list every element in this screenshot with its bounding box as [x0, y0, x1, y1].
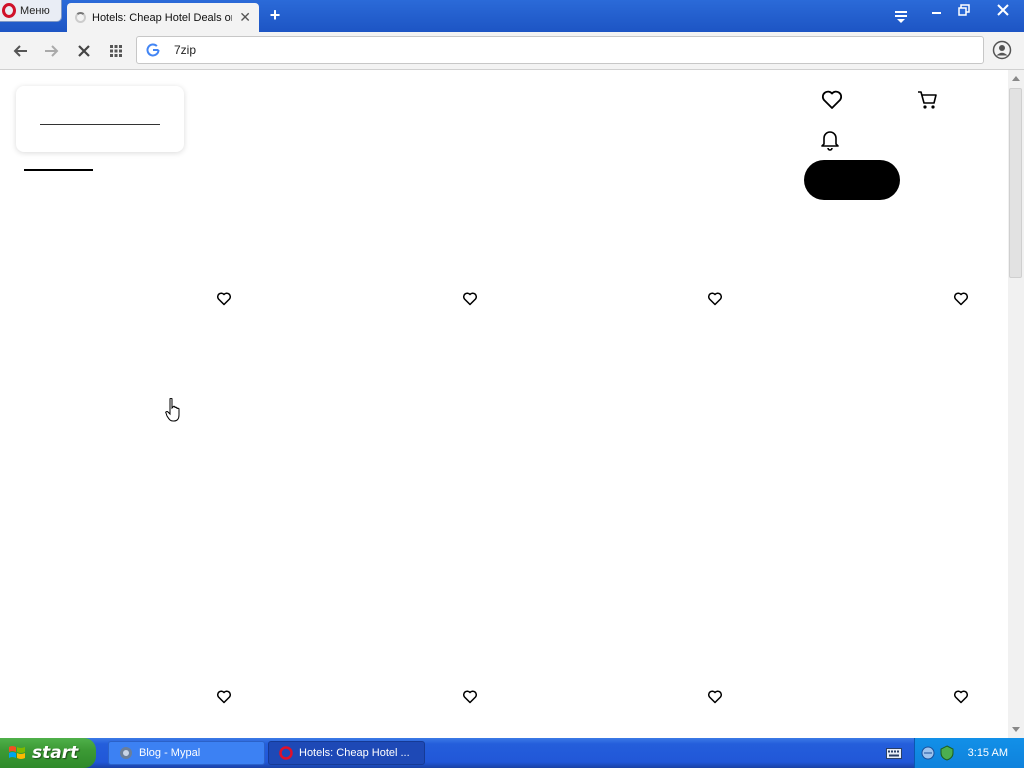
favorite-heart-icon[interactable]: [216, 689, 232, 705]
hand-cursor-icon: [165, 398, 180, 422]
page-viewport: [0, 70, 1008, 738]
start-button[interactable]: start: [0, 738, 96, 768]
favorite-heart-icon[interactable]: [216, 291, 232, 307]
nav-link-underline[interactable]: [24, 169, 93, 171]
scroll-down-icon[interactable]: [1008, 722, 1024, 738]
vertical-scrollbar[interactable]: [1008, 70, 1024, 738]
opera-menu-button[interactable]: Меню: [0, 0, 62, 22]
forward-icon[interactable]: [41, 41, 61, 61]
network-icon[interactable]: [921, 745, 937, 761]
taskbar-item-label: Blog - Mypal: [139, 747, 201, 759]
tab-hotels[interactable]: Hotels: Cheap Hotel Deals on ✕: [67, 3, 259, 32]
taskbar-item-blog-mypal[interactable]: Blog - Mypal: [108, 741, 265, 765]
opera-logo-icon: [2, 3, 16, 18]
favorite-heart-icon[interactable]: [707, 689, 723, 705]
start-label: start: [32, 743, 79, 763]
opera-app-icon: [279, 746, 293, 760]
restore-icon[interactable]: [955, 0, 973, 20]
taskbar-item-label: Hotels: Cheap Hotel ...: [299, 747, 410, 759]
favorite-heart-icon[interactable]: [953, 291, 969, 307]
favorite-heart-icon[interactable]: [462, 689, 478, 705]
windows-flag-icon: [9, 746, 25, 759]
scrollbar-thumb[interactable]: [1009, 88, 1022, 278]
speed-dial-grid-icon[interactable]: [106, 41, 126, 61]
taskbar-item-hotels[interactable]: Hotels: Cheap Hotel ...: [268, 741, 425, 765]
cart-icon[interactable]: [916, 88, 940, 112]
search-card[interactable]: [16, 86, 184, 152]
favorite-heart-icon[interactable]: [707, 291, 723, 307]
close-window-icon[interactable]: [994, 0, 1012, 20]
address-bar[interactable]: 7zip: [136, 36, 984, 64]
loading-spinner-icon: [75, 12, 86, 23]
taskbar-clock[interactable]: 3:15 AM: [968, 747, 1008, 759]
google-icon: [146, 43, 160, 57]
notifications-bell-icon[interactable]: [818, 128, 842, 152]
keyboard-layout-icon[interactable]: [886, 746, 902, 760]
favorite-heart-icon[interactable]: [953, 689, 969, 705]
back-icon[interactable]: [11, 41, 31, 61]
stop-icon[interactable]: [74, 41, 94, 61]
sign-in-button[interactable]: [804, 160, 900, 200]
wishlist-heart-icon[interactable]: [820, 88, 844, 112]
profile-icon[interactable]: [992, 40, 1012, 60]
tab-title: Hotels: Cheap Hotel Deals on: [92, 11, 232, 24]
address-text: 7zip: [174, 43, 197, 57]
minimize-icon[interactable]: [928, 0, 946, 20]
windows-taskbar: start Blog - Mypal Hotels: Cheap Hotel .…: [0, 738, 1024, 768]
new-tab-button[interactable]: +: [266, 6, 284, 24]
browser-titlebar: Меню Hotels: Cheap Hotel Deals on ✕ +: [0, 0, 1024, 32]
security-shield-icon[interactable]: [939, 745, 955, 761]
opera-menu-label: Меню: [20, 4, 50, 17]
tab-menu-icon[interactable]: [892, 6, 910, 26]
browser-toolbar: 7zip: [0, 32, 1024, 70]
tab-close-icon[interactable]: ✕: [239, 9, 251, 26]
search-input-underline[interactable]: [40, 124, 160, 125]
system-tray: 3:15 AM: [914, 738, 1024, 768]
scroll-up-icon[interactable]: [1008, 70, 1024, 86]
favorite-heart-icon[interactable]: [462, 291, 478, 307]
mypal-app-icon: [120, 747, 132, 759]
